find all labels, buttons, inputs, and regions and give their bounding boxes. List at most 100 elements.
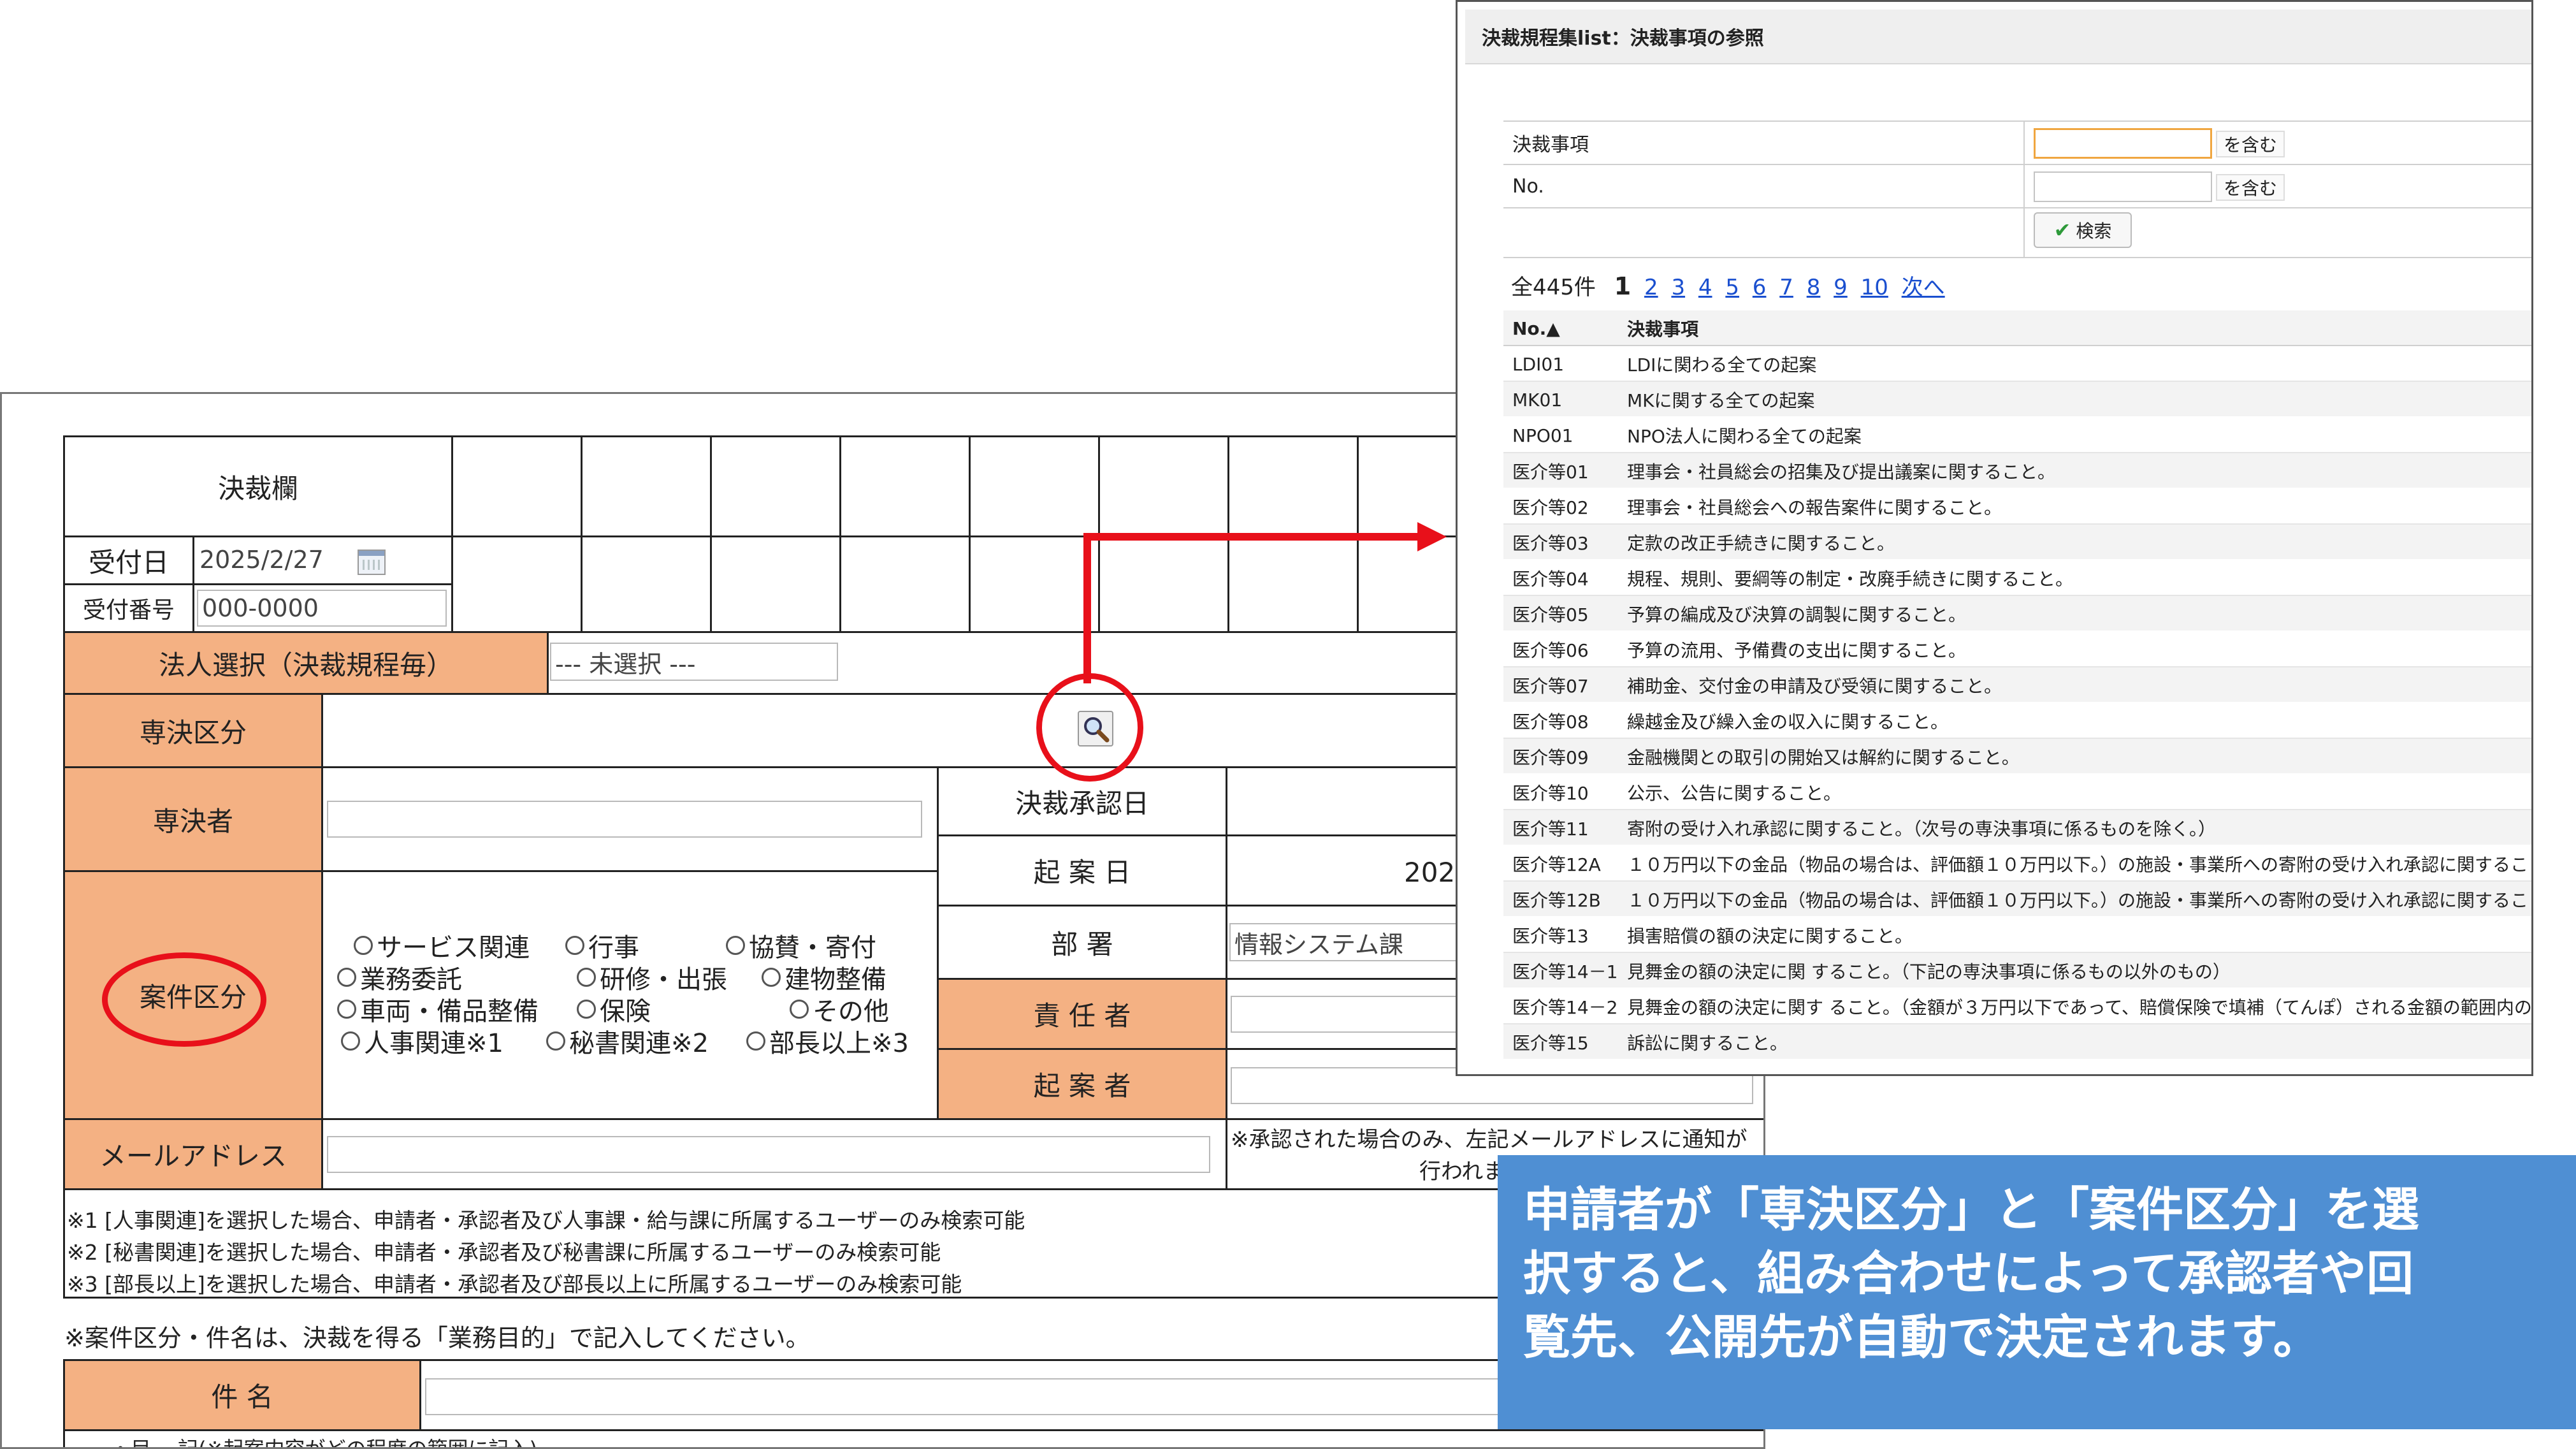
row-no: 医介等08 xyxy=(1512,711,1589,732)
page-link-4[interactable]: 4 xyxy=(1698,275,1712,300)
row-no: 医介等01 xyxy=(1512,462,1589,483)
row-no: 医介等14－1 xyxy=(1512,961,1618,982)
row-kessai-jikou: 理事会・社員総会への報告案件に関すること。 xyxy=(1627,497,2002,518)
table-row[interactable]: 医介等07 補助金、交付金の申請及び受領に関すること。 xyxy=(1503,667,2531,703)
search-no-input[interactable] xyxy=(2034,171,2212,202)
page-link-7[interactable]: 7 xyxy=(1779,275,1793,300)
page-link-8[interactable]: 8 xyxy=(1807,275,1821,300)
radio-circle-icon xyxy=(354,936,373,955)
row-no: 医介等10 xyxy=(1512,783,1589,804)
search-submit-button[interactable]: ✔ 検索 xyxy=(2034,212,2132,248)
table-row[interactable]: 医介等14－1 見舞金の額の決定に関 すること。（下記の専決事項に係るもの以外のも… xyxy=(1503,953,2531,989)
senketsusha-label-cell: 専決者 xyxy=(63,766,323,872)
table-row[interactable]: 医介等14－2 見舞金の額の決定に関す ること。（金額が３万円以下であって、賠償保… xyxy=(1503,989,2531,1024)
search-kessai-contains: を含む xyxy=(2216,131,2285,157)
stamp-cell xyxy=(710,435,841,537)
table-row[interactable]: 医介等10 公示、公告に関すること。 xyxy=(1503,775,2531,810)
busho-label-cell: 部 署 xyxy=(937,905,1227,980)
radio-circle-icon xyxy=(337,1000,356,1019)
search-button-highlight-circle xyxy=(1036,673,1143,782)
radio-label: 秘書関連※2 xyxy=(569,1029,709,1058)
kessai-label: 決裁欄 xyxy=(217,472,298,504)
stamp-cell xyxy=(969,435,1100,537)
kessai-kitei-popup: 決裁規程集list：決裁事項の参照 決裁事項 を含む No. を含む ✔ 検索 … xyxy=(1456,0,2533,1076)
stamp-cell xyxy=(1227,535,1359,637)
page-link-9[interactable]: 9 xyxy=(1834,275,1848,300)
radio-jinji[interactable]: 人事関連※1 xyxy=(341,1023,503,1059)
table-row[interactable]: 医介等15 訴訟に関すること。 xyxy=(1503,1024,2531,1060)
anken-kubun-highlight-circle xyxy=(102,952,266,1047)
sekinin-label: 責 任 者 xyxy=(1033,1000,1131,1031)
uketsuke-no-input[interactable]: 000-0000 xyxy=(197,590,447,627)
senketsu-kubun-label-cell: 専決区分 xyxy=(63,693,323,768)
column-no-header[interactable]: No.▲ xyxy=(1512,310,1560,346)
table-row[interactable]: 医介等01 理事会・社員総会の招集及び提出議案に関すること。 xyxy=(1503,453,2531,489)
stamp-cell xyxy=(451,435,582,537)
page-link-10[interactable]: 10 xyxy=(1861,275,1888,300)
table-row[interactable]: LDI01 LDIに関わる全ての起案 xyxy=(1503,346,2531,382)
row-kessai-jikou: 予算の流用、予備費の支出に関すること。 xyxy=(1627,640,1967,661)
page-link-5[interactable]: 5 xyxy=(1725,275,1739,300)
row-kessai-jikou: 訴訟に関すること。 xyxy=(1627,1033,1788,1054)
table-row[interactable]: NPO01 NPO法人に関わる全ての起案 xyxy=(1503,418,2531,453)
row-kessai-jikou: 金融機関との取引の開始又は解約に関すること。 xyxy=(1627,747,2020,768)
check-icon: ✔ xyxy=(2053,218,2071,242)
search-button-label: 検索 xyxy=(2076,221,2112,242)
page-next-link[interactable]: 次へ xyxy=(1902,275,1945,300)
row-no: 医介等04 xyxy=(1512,569,1589,590)
stamp-cell xyxy=(710,535,841,637)
page-link-6[interactable]: 6 xyxy=(1753,275,1767,300)
table-row[interactable]: 医介等08 繰越金及び繰入金の収入に関すること。 xyxy=(1503,703,2531,739)
page-link-3[interactable]: 3 xyxy=(1671,275,1685,300)
search-no-contains: を含む xyxy=(2216,174,2285,201)
table-row[interactable]: 医介等11 寄附の受け入れ承認に関すること。（次号の専決事項に係るものを除く。） xyxy=(1503,810,2531,846)
row-kessai-jikou: NPO法人に関わる全ての起案 xyxy=(1627,426,1862,447)
table-row[interactable]: MK01 MKに関する全ての起案 xyxy=(1503,382,2531,418)
mail-input[interactable] xyxy=(327,1136,1210,1173)
row-kessai-jikou: 理事会・社員総会の招集及び提出議案に関すること。 xyxy=(1627,462,2056,483)
explanation-line-1: 申請者が「専決区分」と「案件区分」を選 xyxy=(1523,1183,2419,1237)
busho-value: 情報システム課 xyxy=(1234,930,1403,959)
radio-buchou[interactable]: 部長以上※3 xyxy=(746,1023,909,1059)
uketsuke-date-label: 受付日 xyxy=(88,546,169,578)
table-row[interactable]: 医介等03 定款の改正手続きに関すること。 xyxy=(1503,525,2531,560)
stamp-cell xyxy=(839,435,971,537)
radio-hisho[interactable]: 秘書関連※2 xyxy=(546,1023,709,1059)
sekinin-label-cell: 責 任 者 xyxy=(937,978,1227,1050)
kian-date-value: 202 xyxy=(1404,857,1456,888)
table-row[interactable]: 医介等02 理事会・社員総会への報告案件に関すること。 xyxy=(1503,489,2531,525)
kessai-shounin-label: 決裁承認日 xyxy=(1015,787,1149,819)
row-no: 医介等07 xyxy=(1512,676,1589,697)
stamp-cell xyxy=(1227,435,1359,537)
row-no: 医介等14－2 xyxy=(1512,997,1618,1018)
radio-circle-icon xyxy=(762,968,781,987)
radio-circle-icon xyxy=(746,1031,765,1051)
table-row[interactable]: 医介等12A １０万円以下の金品（物品の場合は、評価額１０万円以下。）の施設・事業… xyxy=(1503,846,2531,882)
table-row[interactable]: 医介等04 規程、規則、要綱等の制定・改廃手続きに関すること。 xyxy=(1503,560,2531,596)
row-no: LDI01 xyxy=(1512,353,1565,375)
table-row[interactable]: 医介等05 予算の編成及び決算の調製に関すること。 xyxy=(1503,596,2531,632)
row-no: NPO01 xyxy=(1512,425,1574,446)
houjin-label-cell: 法人選択（決裁規程毎） xyxy=(63,631,549,695)
row-kessai-jikou: 補助金、交付金の申請及び受領に関すること。 xyxy=(1627,676,2002,697)
houjin-select[interactable]: --- 未選択 --- xyxy=(550,643,838,681)
calendar-icon[interactable] xyxy=(358,550,386,575)
note-jinji: ※1 [人事関連]を選択した場合、申請者・承認者及び人事課・給与課に所属するユー… xyxy=(67,1208,1025,1233)
table-row[interactable]: 医介等13 損害賠償の額の決定に関すること。 xyxy=(1503,917,2531,953)
page-current: 1 xyxy=(1614,272,1632,300)
mail-label: メールアドレス xyxy=(99,1140,287,1172)
approval-stamp-grid xyxy=(451,435,1535,637)
table-row[interactable]: 医介等12B １０万円以下の金品（物品の場合は、評価額１０万円以下。）の施設・事業… xyxy=(1503,882,2531,917)
row-no: 医介等05 xyxy=(1512,604,1589,625)
senketsusha-input[interactable] xyxy=(327,801,922,838)
table-row[interactable]: 医介等06 予算の流用、予備費の支出に関すること。 xyxy=(1503,632,2531,667)
explanation-line-3: 覧先、公開先が自動で決定されます。 xyxy=(1523,1310,2320,1365)
table-row[interactable]: 医介等09 金融機関との取引の開始又は解約に関すること。 xyxy=(1503,739,2531,775)
table-body: LDI01 LDIに関わる全ての起案 MK01 MKに関する全ての起案 NPO01 NPO… xyxy=(1503,346,2531,1060)
pagination: 全445件 1 2 3 4 5 6 7 8 9 10 次へ xyxy=(1511,270,1945,301)
search-kessai-input[interactable] xyxy=(2034,128,2212,159)
page-link-2[interactable]: 2 xyxy=(1644,275,1658,300)
note-buchou: ※3 [部長以上]を選択した場合、申請者・承認者及び部長以上に所属するユーザーの… xyxy=(67,1272,962,1297)
uketsuke-date-input[interactable]: 2025/2/27 xyxy=(196,541,356,579)
row-kessai-jikou: 規程、規則、要綱等の制定・改廃手続きに関すること。 xyxy=(1627,569,2074,590)
